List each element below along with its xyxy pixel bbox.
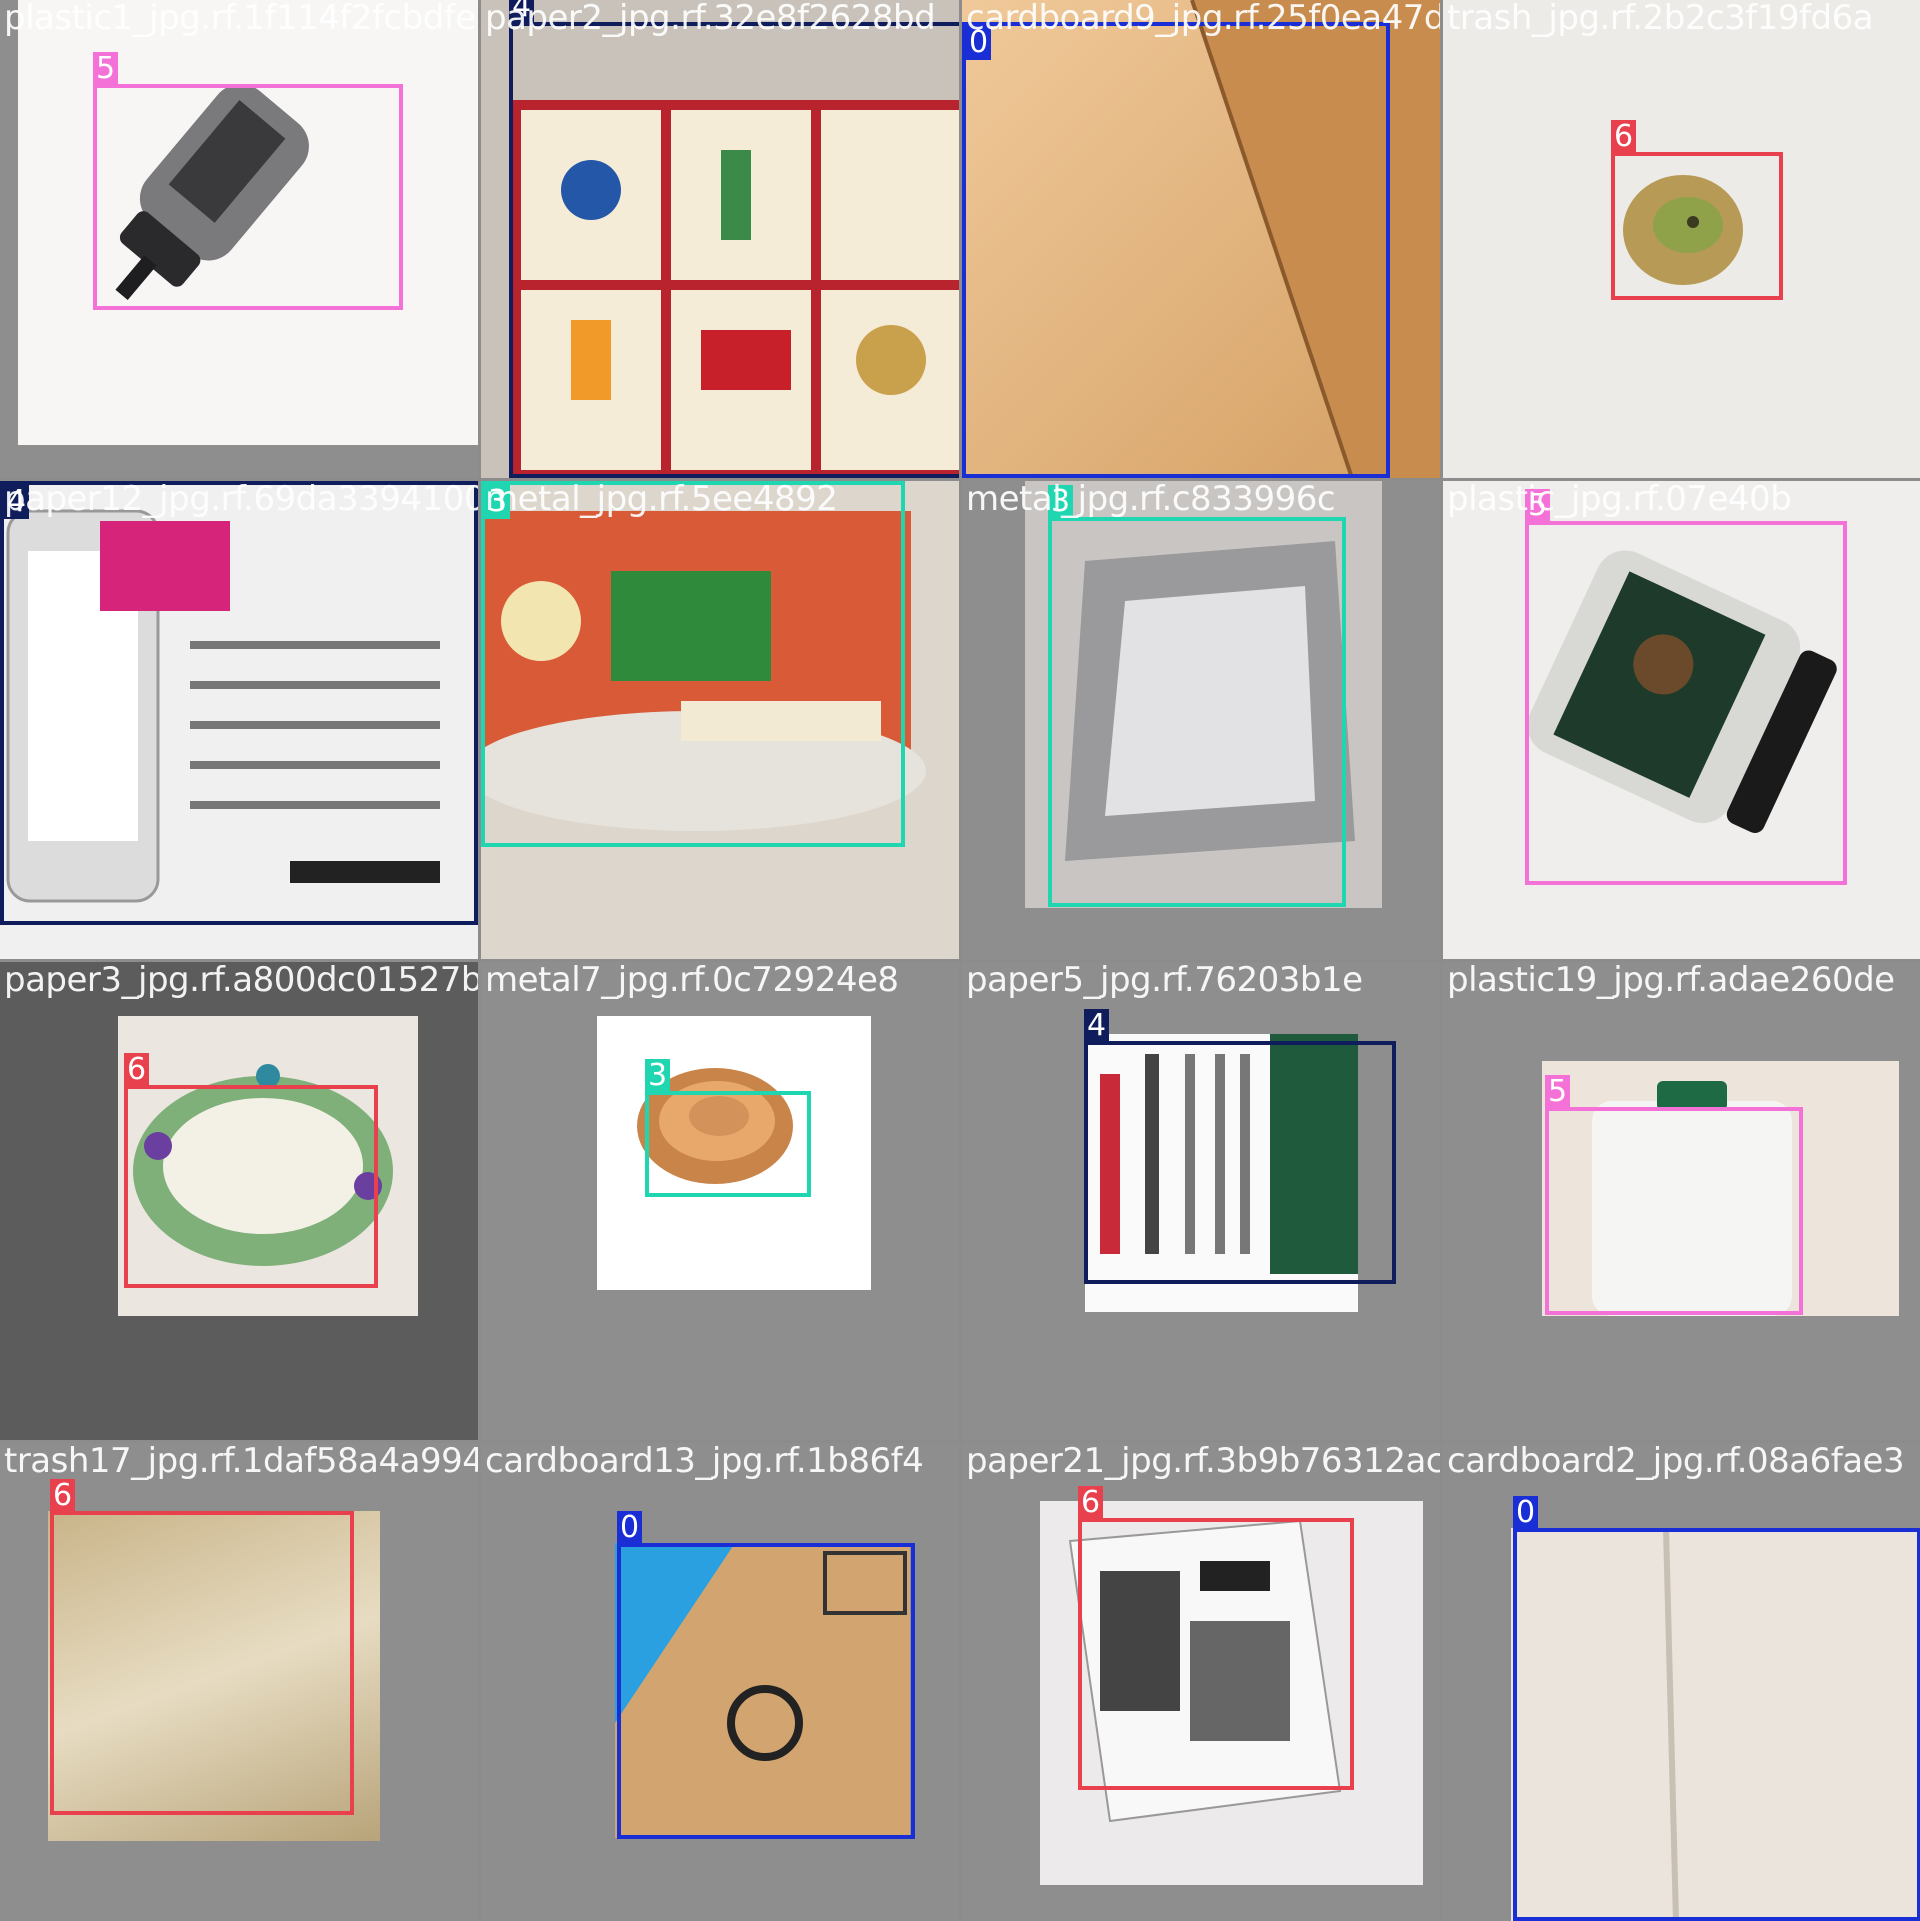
bbox[interactable]: 5 [93, 52, 403, 310]
tile-11[interactable]: 4 paper5_jpg.rf.76203b1e [962, 962, 1440, 1440]
tile-4[interactable]: 6 trash_jpg.rf.2b2c3f19fd6a [1443, 0, 1920, 478]
class-label: 6 [50, 1479, 76, 1513]
tile-10[interactable]: 3 metal7_jpg.rf.0c72924e8 [481, 962, 959, 1440]
class-label: 3 [1048, 485, 1074, 519]
bbox[interactable]: 6 [1078, 1486, 1354, 1790]
bbox[interactable]: 4 [1084, 1009, 1396, 1284]
bbox[interactable]: 0 [962, 22, 1390, 478]
tile-12[interactable]: 5 plastic19_jpg.rf.adae260de [1443, 962, 1920, 1440]
bbox[interactable]: 4 [0, 481, 478, 925]
class-label: 6 [1611, 120, 1637, 154]
bbox[interactable]: 6 [1611, 120, 1783, 300]
bbox[interactable]: 3 [645, 1059, 811, 1197]
class-label: 0 [1513, 1496, 1539, 1530]
bbox[interactable]: 5 [1525, 489, 1847, 885]
bbox[interactable]: 6 [124, 1053, 378, 1288]
bbox[interactable]: 3 [481, 481, 905, 847]
tile-14[interactable]: 0 cardboard13_jpg.rf.1b86f4 [481, 1443, 959, 1921]
tile-6[interactable]: 3 metal_jpg.rf.5ee4892 [481, 481, 959, 959]
filename: cardboard2_jpg.rf.08a6fae3 [1447, 1443, 1905, 1481]
tile-1[interactable]: 5 plastic1_jpg.rf.1f114f2fcbdfe [0, 0, 478, 478]
detection-mosaic: 5 plastic1_jpg.rf.1f114f2fcbdfe 4 paper2… [0, 0, 1920, 1921]
class-label: 4 [4, 485, 30, 519]
tile-2[interactable]: 4 paper2_jpg.rf.32e8f2628bd [481, 0, 959, 478]
filename: paper3_jpg.rf.a800dc01527b [4, 962, 478, 1000]
tile-7[interactable]: 3 metal_jpg.rf.c833996c [962, 481, 1440, 959]
tile-3[interactable]: 0 cardboard9_jpg.rf.25f0ea47d [962, 0, 1440, 478]
tile-5[interactable]: 4 paper12_jpg.rf.69da3394100 [0, 481, 478, 959]
class-label: 0 [617, 1511, 643, 1545]
bbox[interactable]: 5 [1545, 1075, 1803, 1315]
class-label: 3 [485, 485, 511, 519]
bbox[interactable]: 6 [50, 1479, 354, 1815]
filename: trash17_jpg.rf.1daf58a4a994 [4, 1443, 478, 1481]
tile-8[interactable]: 5 plastic_jpg.rf.07e40b [1443, 481, 1920, 959]
class-label: 5 [93, 52, 119, 86]
filename: plastic19_jpg.rf.adae260de [1447, 962, 1895, 1000]
class-label: 4 [1084, 1009, 1110, 1043]
filename: paper21_jpg.rf.3b9b76312ac [966, 1443, 1440, 1481]
bbox[interactable]: 0 [617, 1511, 915, 1839]
class-label: 4 [509, 0, 535, 24]
class-label: 0 [966, 26, 992, 60]
filename: cardboard13_jpg.rf.1b86f4 [485, 1443, 924, 1481]
class-label: 5 [1525, 489, 1551, 523]
filename: paper5_jpg.rf.76203b1e [966, 962, 1363, 1000]
class-label: 6 [1078, 1486, 1104, 1520]
class-label: 3 [645, 1059, 671, 1093]
class-label: 5 [1545, 1075, 1571, 1109]
class-label: 6 [124, 1053, 150, 1087]
bbox[interactable]: 0 [1513, 1496, 1920, 1921]
bbox[interactable]: 3 [1048, 485, 1346, 907]
tile-13[interactable]: 6 trash17_jpg.rf.1daf58a4a994 [0, 1443, 478, 1921]
tile-15[interactable]: 6 paper21_jpg.rf.3b9b76312ac [962, 1443, 1440, 1921]
bbox[interactable]: 4 [509, 0, 959, 478]
tile-9[interactable]: 6 paper3_jpg.rf.a800dc01527b [0, 962, 478, 1440]
tile-16[interactable]: 0 cardboard2_jpg.rf.08a6fae3 [1443, 1443, 1920, 1921]
filename: metal7_jpg.rf.0c72924e8 [485, 962, 899, 1000]
